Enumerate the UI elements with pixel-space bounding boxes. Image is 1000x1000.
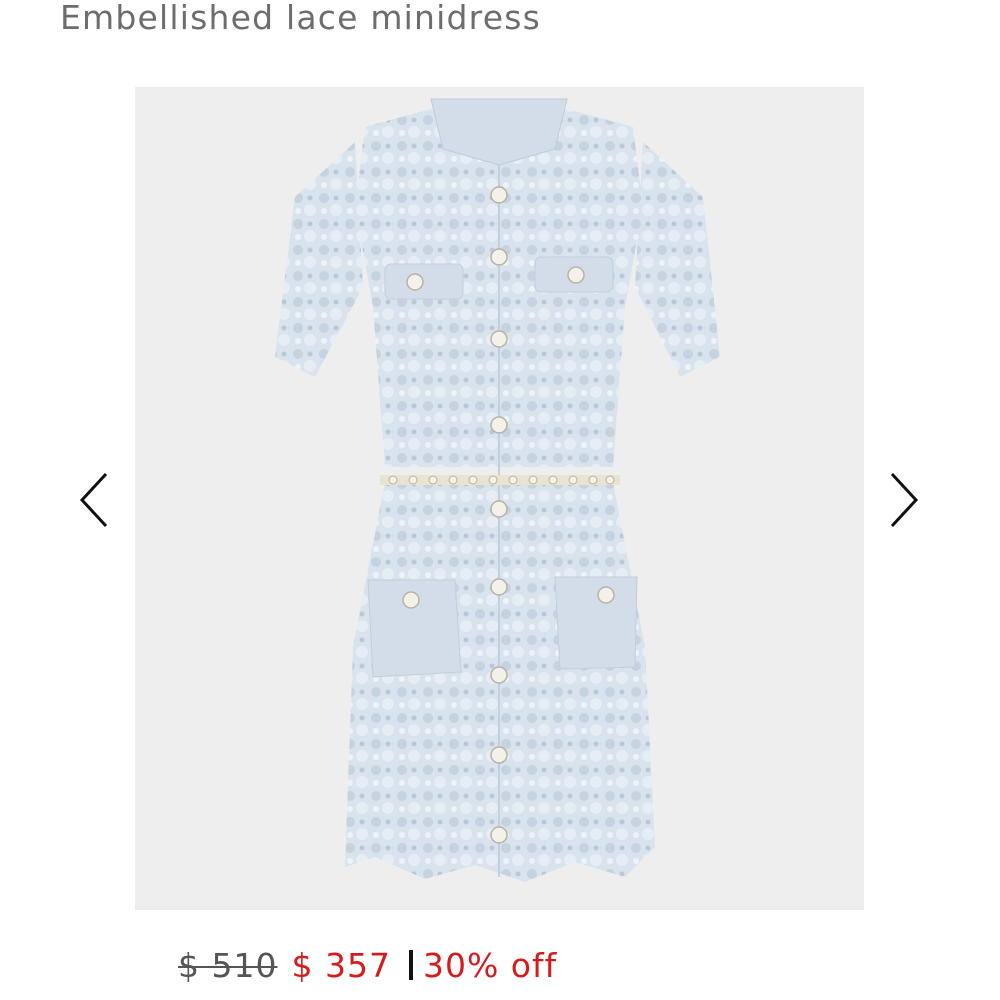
- chevron-right-icon: [890, 472, 919, 528]
- price-divider: [408, 950, 413, 980]
- product-image[interactable]: [135, 87, 864, 910]
- sale-price: $ 357: [291, 945, 391, 985]
- previous-image-button[interactable]: [74, 470, 114, 530]
- original-price: $ 510: [178, 945, 278, 985]
- chevron-left-icon: [79, 472, 108, 528]
- discount-badge: 30% off: [422, 945, 558, 985]
- product-title: Embellished lace minidress: [60, 0, 542, 37]
- price-row: $ 510 $ 357 30% off: [178, 943, 557, 987]
- product-image-gallery[interactable]: [135, 87, 864, 910]
- next-image-button[interactable]: [884, 470, 924, 530]
